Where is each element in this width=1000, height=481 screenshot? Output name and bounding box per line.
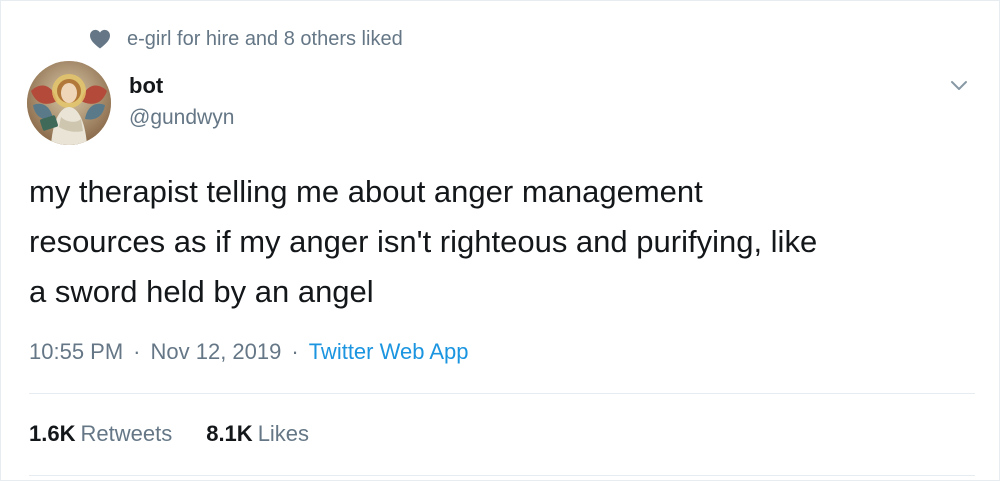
more-options-button[interactable] <box>947 73 971 97</box>
divider <box>29 393 975 394</box>
social-context: e-girl for hire and 8 others liked <box>89 25 403 53</box>
meta-separator: · <box>291 339 299 364</box>
likes-label: Likes <box>257 421 310 446</box>
divider <box>29 475 975 476</box>
tweet-source-link[interactable]: Twitter Web App <box>309 337 469 367</box>
tweet-time[interactable]: 10:55 PM <box>29 337 123 367</box>
tweet-text: my therapist telling me about anger mana… <box>29 174 818 309</box>
user-block: bot @gundwyn <box>129 73 234 131</box>
retweets-stat[interactable]: 1.6K Retweets <box>29 419 172 449</box>
tweet-card: e-girl for hire and 8 others liked bot @… <box>0 0 1000 481</box>
retweets-label: Retweets <box>80 421 173 446</box>
tweet-meta: 10:55 PM · Nov 12, 2019 · Twitter Web Ap… <box>29 337 468 367</box>
likes-count: 8.1K <box>206 421 253 446</box>
retweets-count: 1.6K <box>29 421 76 446</box>
likes-stat[interactable]: 8.1K Likes <box>206 419 309 449</box>
heart-icon <box>90 29 110 49</box>
social-context-text[interactable]: e-girl for hire and 8 others liked <box>127 28 403 51</box>
user-handle[interactable]: @gundwyn <box>129 105 234 131</box>
angel-painting-avatar-icon <box>27 61 111 145</box>
tweet-stats: 1.6K Retweets 8.1K Likes <box>29 419 309 449</box>
display-name[interactable]: bot <box>129 73 234 99</box>
meta-separator: · <box>133 339 141 364</box>
chevron-down-icon <box>951 81 967 90</box>
avatar[interactable] <box>27 61 111 145</box>
tweet-date[interactable]: Nov 12, 2019 <box>151 337 282 367</box>
